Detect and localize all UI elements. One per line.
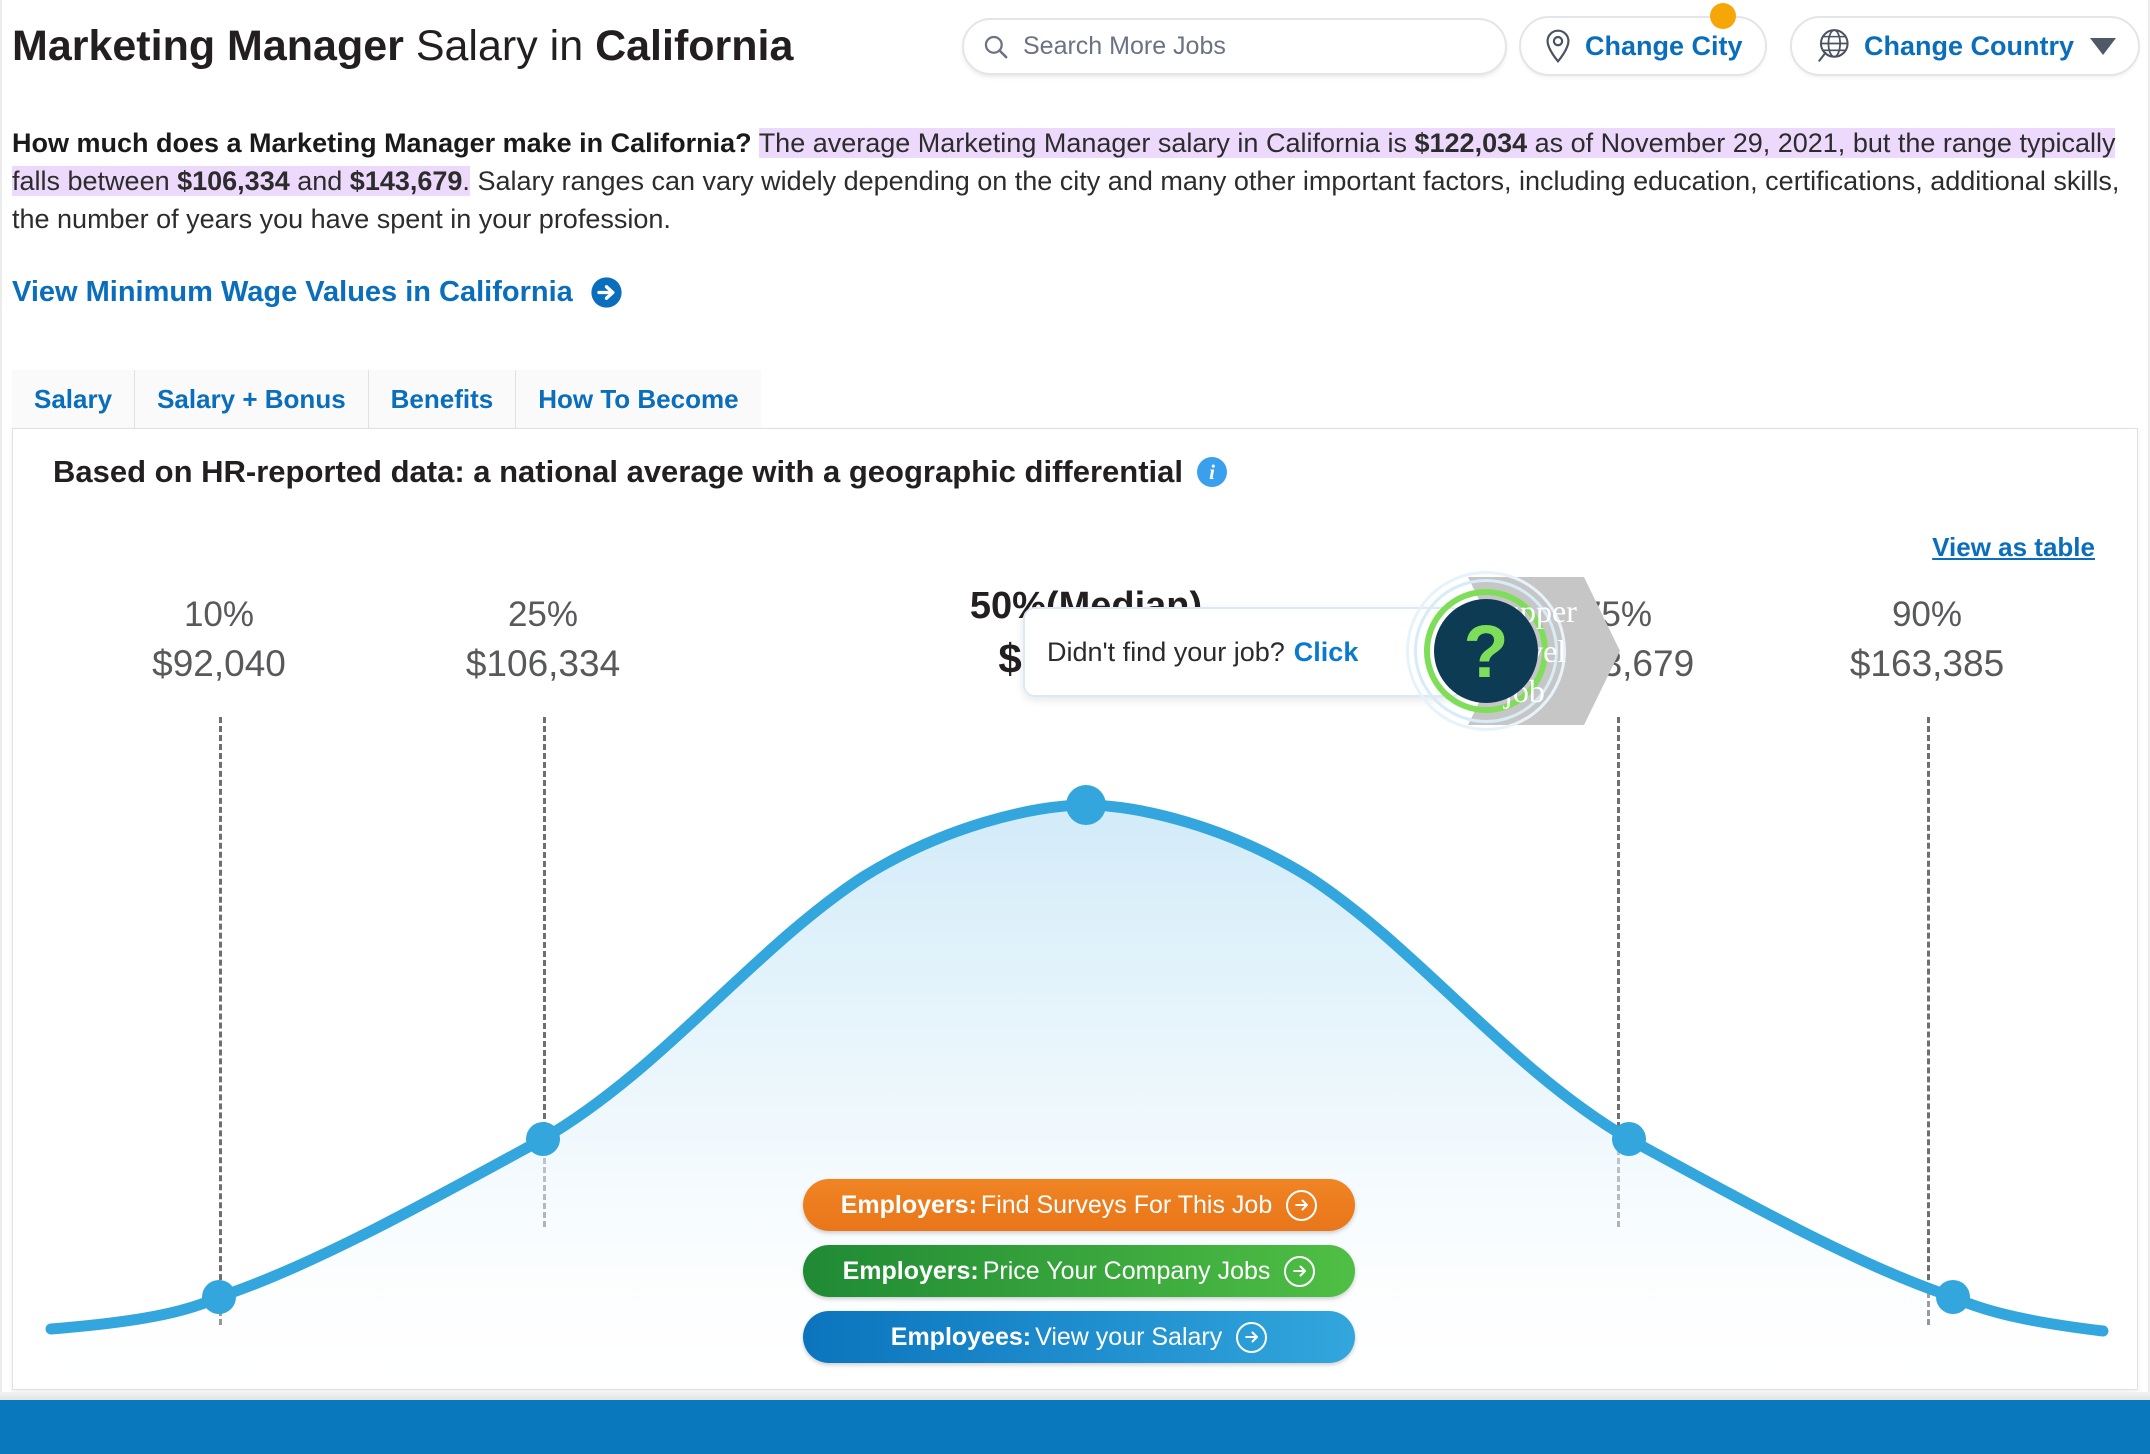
search-icon [984,35,1008,59]
price-jobs-label: Price Your Company Jobs [982,1256,1271,1285]
view-your-salary-button[interactable]: Employees: View your Salary [803,1311,1355,1363]
intro-range-low: $106,334 [177,166,290,196]
find-surveys-button[interactable]: Employers: Find Surveys For This Job [803,1179,1355,1231]
arrow-right-circle-icon [1286,1189,1318,1221]
page-title-mid: Salary in [403,22,596,70]
data-point-median[interactable] [1066,785,1106,825]
search-input[interactable] [1023,32,1463,61]
arrow-right-circle-icon [1236,1321,1268,1353]
view-as-table-link[interactable]: View as table [1932,532,2095,563]
search-box[interactable] [962,18,1507,75]
percentile-90-value: $163,385 [1849,643,2005,684]
arrow-right-circle-icon [591,277,622,308]
info-icon[interactable]: i [1197,457,1228,487]
percentile-label-10: 10% $92,040 [152,591,286,689]
tooltip-click-link[interactable]: Click [1294,637,1359,668]
intro-highlight-pre: The average Marketing Manager salary in … [758,128,1415,158]
map-pin-icon [1546,29,1570,63]
price-jobs-audience: Employers: [842,1256,979,1285]
percentile-25-pct: 25% [507,595,579,634]
footer-separator [0,1392,2150,1400]
page-header: Marketing Manager Salary in California C… [0,0,2150,92]
card-heading: Based on HR-reported data: a national av… [53,454,1228,490]
page-title: Marketing Manager Salary in California [12,18,793,74]
card-heading-text: Based on HR-reported data: a national av… [53,454,1184,489]
didnt-find-job-tooltip[interactable]: Didn't find your job? Click [1023,607,1463,697]
percentile-label-25: 25% $106,334 [466,591,620,689]
data-point-10[interactable] [202,1280,236,1314]
chevron-down-icon [2090,37,2117,55]
find-surveys-label: Find Surveys For This Job [980,1190,1273,1219]
intro-average-salary: $122,034 [1414,128,1528,158]
globe-icon [1818,29,1849,62]
salary-page: Marketing Manager Salary in California C… [0,0,2150,1454]
data-point-75[interactable] [1612,1122,1646,1156]
notification-dot [1710,3,1736,29]
change-country-label: Change Country [1864,30,2075,61]
percentile-label-90: 90% $163,385 [1850,591,2004,689]
page-title-job: Marketing Manager [12,22,404,70]
tab-benefits[interactable]: Benefits [368,370,517,428]
tooltip-text: Didn't find your job? [1047,636,1285,667]
data-point-25[interactable] [526,1122,560,1156]
view-minimum-wage-label: View Minimum Wage Values in California [12,276,573,308]
percentile-25-value: $106,334 [465,643,621,684]
find-surveys-audience: Employers: [840,1190,977,1219]
percentile-10-pct: 10% [183,595,255,634]
question-mark-icon: ? [1434,599,1538,703]
view-salary-label: View your Salary [1035,1322,1223,1351]
cta-button-stack: Employers: Find Surveys For This Job Emp… [803,1179,1355,1363]
tab-salary[interactable]: Salary [12,370,136,428]
view-minimum-wage-link[interactable]: View Minimum Wage Values in California [12,276,623,309]
tab-salary-bonus[interactable]: Salary + Bonus [135,370,369,428]
page-left-border [0,0,2,1392]
change-country-button[interactable]: Change Country [1790,16,2141,76]
intro-range-high: $143,679 [349,166,463,196]
upper-level-job-badge[interactable]: ? upper level job [1406,571,1621,731]
intro-paragraph: How much does a Marketing Manager make i… [12,124,2142,238]
change-city-label: Change City [1585,30,1743,61]
salary-chart-card: Based on HR-reported data: a national av… [12,428,2138,1390]
intro-question: How much does a Marketing Manager make i… [12,128,752,158]
page-title-location: California [595,22,794,70]
tab-how-to-become[interactable]: How To Become [516,370,761,428]
percentile-90-pct: 90% [1891,595,1963,634]
tab-bar: Salary Salary + Bonus Benefits How To Be… [12,370,761,428]
arrow-right-circle-icon [1284,1255,1316,1287]
intro-highlight-and: and [289,166,350,196]
footer-bar [0,1400,2150,1454]
price-company-jobs-button[interactable]: Employers: Price Your Company Jobs [803,1245,1355,1297]
data-point-90[interactable] [1936,1280,1970,1314]
view-salary-audience: Employees: [890,1322,1032,1351]
intro-highlight-period: . [462,166,470,196]
percentile-10-value: $92,040 [152,643,286,684]
